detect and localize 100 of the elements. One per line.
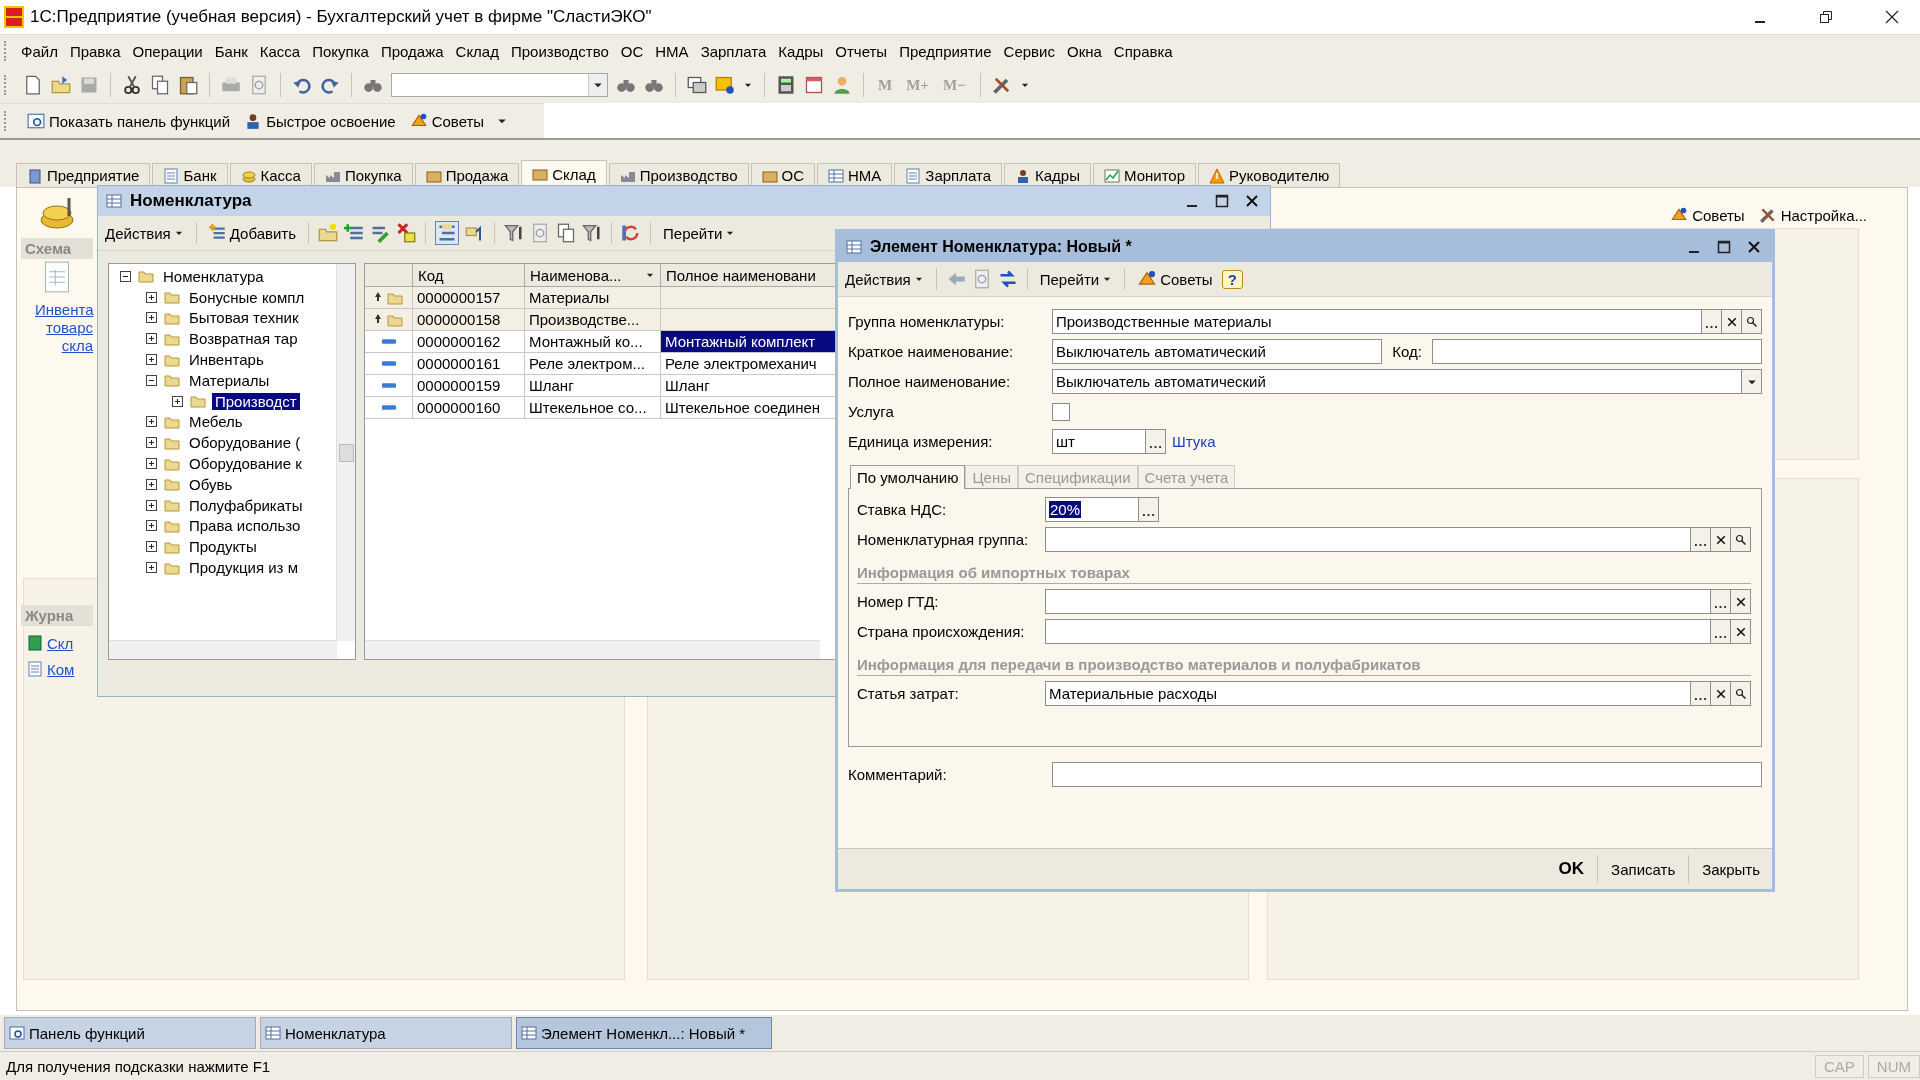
collapse-icon[interactable]: [145, 373, 158, 387]
tree-item[interactable]: Продукция из м: [186, 559, 301, 577]
input-field[interactable]: [1045, 589, 1711, 614]
windows-icon[interactable]: [687, 75, 707, 95]
filter-icon[interactable]: [582, 223, 603, 243]
tree-item[interactable]: Материалы: [186, 371, 273, 389]
button-label[interactable]: Перейти: [1039, 270, 1100, 288]
help-icon[interactable]: [715, 75, 735, 95]
section-tab[interactable]: Продажа: [414, 163, 520, 187]
section-tab[interactable]: Монитор: [1093, 163, 1197, 187]
dialog-button[interactable]: OK: [1552, 855, 1591, 883]
scrollbar[interactable]: [365, 640, 820, 659]
tree-item[interactable]: Возвратная тар: [186, 330, 301, 348]
menu-item[interactable]: Покупка: [306, 40, 375, 62]
menu-button[interactable]: Перейти: [660, 222, 739, 244]
add-button[interactable]: Добавить: [205, 222, 300, 244]
button-label[interactable]: Панель функций: [29, 1024, 145, 1042]
button-label[interactable]: Настройка...: [1780, 206, 1867, 224]
folder-icon[interactable]: [51, 75, 71, 95]
input-field[interactable]: [1052, 762, 1762, 787]
menu-item[interactable]: Окна: [1060, 40, 1108, 62]
new-document-icon[interactable]: [23, 75, 43, 95]
tab-label[interactable]: Монитор: [1124, 167, 1186, 184]
settings-button[interactable]: Настройка...: [1758, 206, 1867, 224]
column-header[interactable]: Наименова...: [525, 264, 661, 286]
input-field[interactable]: [1045, 527, 1691, 552]
close-icon[interactable]: [1884, 9, 1900, 25]
menu-item[interactable]: Склад: [449, 40, 505, 62]
help-button[interactable]: ?: [1221, 269, 1243, 289]
tools-icon[interactable]: [991, 75, 1012, 95]
expand-icon[interactable]: [145, 561, 158, 575]
link[interactable]: Инвента товарс скла: [35, 301, 93, 355]
tree-item[interactable]: Полуфабрикаты: [186, 496, 306, 514]
section-tab[interactable]: Зарплата: [894, 163, 1003, 187]
tab-label[interactable]: Покупка: [344, 167, 402, 184]
tree-item[interactable]: Бонусные компл: [186, 288, 308, 306]
tree-item[interactable]: Оборудование (: [186, 434, 304, 452]
expand-icon[interactable]: [145, 457, 158, 471]
menu-item[interactable]: НМА: [649, 40, 695, 62]
tree-item[interactable]: Права использо: [186, 517, 304, 535]
section-tab[interactable]: Производство: [608, 163, 749, 187]
button-label[interactable]: Показать панель функций: [49, 112, 231, 130]
tips-button[interactable]: Советы: [1670, 206, 1745, 224]
taskbar-button[interactable]: Панель функций: [4, 1017, 256, 1049]
button-label[interactable]: Советы: [431, 112, 485, 130]
dialog-button[interactable]: Записать: [1605, 856, 1682, 882]
toolbar-button[interactable]: Быстрое освоение: [242, 110, 398, 132]
copy-icon[interactable]: [556, 223, 577, 243]
tab-label[interactable]: Производство: [639, 167, 738, 184]
search-field[interactable]: [391, 73, 608, 97]
tab-label[interactable]: Кадры: [1035, 167, 1080, 184]
open-button[interactable]: [1731, 527, 1751, 552]
button-label[interactable]: Действия: [845, 270, 911, 288]
menu-item[interactable]: Кадры: [772, 40, 830, 62]
menu-button[interactable]: Действия: [102, 222, 187, 244]
menu-item[interactable]: ОС: [614, 40, 650, 62]
section-tab[interactable]: Кадры: [1004, 163, 1091, 187]
section-tab[interactable]: НМА: [817, 163, 893, 187]
menu-button[interactable]: Действия: [842, 268, 927, 290]
select-button[interactable]: [1146, 429, 1166, 454]
input-field[interactable]: [1045, 619, 1711, 644]
tab-label[interactable]: Касса: [260, 167, 301, 184]
checkbox[interactable]: [1052, 402, 1070, 421]
toolbar-button[interactable]: Советы: [407, 110, 487, 132]
input-field[interactable]: Материальные расходы: [1045, 681, 1691, 706]
tips-button[interactable]: Советы: [1134, 267, 1216, 291]
input-field[interactable]: Производственные материалы: [1052, 309, 1702, 334]
scrollbar[interactable]: [109, 640, 337, 659]
section-tab[interactable]: Предприятие: [16, 163, 151, 187]
tab-label[interactable]: Склад: [552, 165, 596, 183]
expand-icon[interactable]: [171, 394, 184, 408]
input-field[interactable]: шт: [1052, 429, 1146, 454]
button-label[interactable]: Элемент Номенкл...: Новый *: [541, 1024, 746, 1042]
link[interactable]: Штука: [1172, 433, 1216, 450]
menu-button[interactable]: Перейти: [1036, 268, 1116, 290]
expand-icon[interactable]: [145, 415, 158, 429]
menu-item[interactable]: Операции: [126, 40, 209, 62]
menu-item[interactable]: Касса: [253, 40, 307, 62]
expand-icon[interactable]: [145, 540, 158, 554]
menu-item[interactable]: Производство: [504, 40, 615, 62]
tab[interactable]: По умолчанию: [850, 465, 966, 489]
section-tab[interactable]: Банк: [152, 163, 228, 187]
button-label[interactable]: Советы: [1160, 270, 1213, 288]
tree-item[interactable]: Оборудование к: [186, 455, 305, 473]
expand-icon[interactable]: [145, 311, 158, 325]
menu-item[interactable]: Отчеты: [829, 40, 894, 62]
menu-item[interactable]: Файл: [15, 40, 64, 62]
open-button[interactable]: [1742, 309, 1762, 334]
tab-label[interactable]: Руководителю: [1229, 167, 1330, 184]
maximize-icon[interactable]: [1214, 193, 1230, 209]
calendar-icon[interactable]: [804, 75, 824, 95]
button-label[interactable]: Действия: [105, 224, 171, 242]
link[interactable]: Скл: [47, 634, 74, 652]
user-icon[interactable]: [832, 75, 852, 95]
close-icon[interactable]: [1244, 193, 1260, 209]
menu-item[interactable]: Продажа: [374, 40, 450, 62]
input-field[interactable]: Выключатель автоматический: [1052, 369, 1742, 394]
expand-icon[interactable]: [145, 498, 158, 512]
button-label[interactable]: Добавить: [229, 224, 297, 242]
section-tab[interactable]: Касса: [229, 163, 312, 187]
